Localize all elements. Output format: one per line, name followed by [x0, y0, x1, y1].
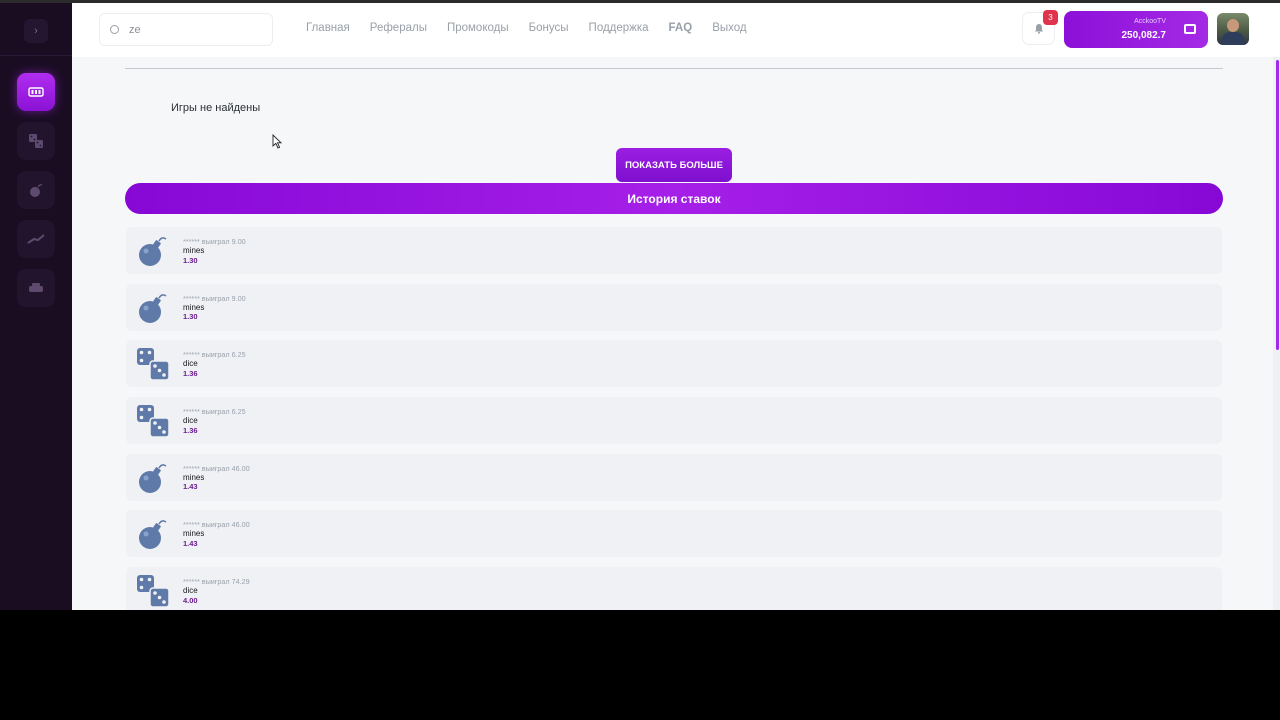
bet-multiplier: 1.43: [183, 538, 198, 548]
bomb-icon: [139, 463, 167, 493]
sidebar: ›: [0, 3, 72, 610]
sidebar-divider: [0, 55, 72, 56]
nav-link-bonuses[interactable]: Бонусы: [529, 22, 569, 34]
notification-count-badge: 3: [1043, 10, 1058, 25]
bet-multiplier: 4.00: [183, 595, 198, 605]
bet-winner: ****** выиграл 46.00: [183, 520, 250, 530]
slots-icon: [28, 87, 44, 97]
bet-game: dice: [183, 586, 198, 596]
avatar-face: [1227, 19, 1239, 32]
bet-multiplier: 1.30: [183, 255, 198, 265]
sidebar-toggle-button[interactable]: ›: [24, 19, 48, 43]
nav-link-promocodes[interactable]: Промокоды: [447, 22, 509, 34]
section-divider: [125, 68, 1223, 69]
bet-multiplier: 1.43: [183, 482, 198, 492]
bet-history-row: ****** выиграл 6.25 dice 1.36: [126, 397, 1222, 445]
bet-winner: ****** выиграл 9.00: [183, 237, 246, 246]
bet-winner: ****** выиграл 9.00: [183, 293, 246, 303]
bet-multiplier: 1.36: [183, 425, 198, 435]
dice-icon: [137, 575, 170, 608]
bet-winner: ****** выиграл 6.25: [183, 407, 246, 417]
bomb-icon: [139, 520, 167, 550]
wallet-icon: [1184, 24, 1196, 34]
dice-icon: [137, 348, 170, 382]
bet-winner: ****** выиграл 6.25: [183, 350, 246, 360]
sidebar-item-mines[interactable]: [17, 171, 55, 209]
bet-game: mines: [183, 302, 205, 312]
bet-history-row: ****** выиграл 9.00 mines 1.30: [126, 283, 1222, 331]
bet-history-row: ****** выиграл 6.25 dice 1.36: [126, 340, 1222, 388]
bet-game: mines: [183, 246, 205, 255]
bet-history-list: ****** выиграл 9.00 mines 1.30 ****** вы…: [126, 227, 1222, 610]
crash-icon: [27, 234, 45, 244]
bet-history-row: ****** выиграл 46.00 mines 1.43: [126, 453, 1222, 501]
bomb-icon: [139, 237, 167, 266]
bet-multiplier: 1.36: [183, 368, 198, 378]
top-header: Главная Рефералы Промокоды Бонусы Поддер…: [72, 3, 1280, 57]
bet-winner: ****** выиграл 46.00: [183, 463, 250, 473]
page-scrollbar-thumb[interactable]: [1276, 60, 1279, 350]
bet-game: dice: [183, 416, 198, 426]
nav-link-referrals[interactable]: Рефералы: [370, 22, 427, 34]
sidebar-item-crash[interactable]: [17, 220, 55, 258]
avatar-body: [1222, 32, 1244, 45]
bet-history-row: ****** выиграл 46.00 mines 1.43: [126, 510, 1222, 558]
dice-icon: [137, 405, 170, 438]
search-input[interactable]: [129, 23, 259, 36]
bet-history-row: ****** выиграл 9.00 mines 1.30: [126, 227, 1222, 274]
bet-multiplier: 1.30: [183, 312, 198, 322]
nav-link-logout[interactable]: Выход: [712, 22, 746, 34]
bell-icon: [1034, 24, 1043, 34]
hilo-icon: [29, 283, 43, 292]
search-box[interactable]: [99, 13, 273, 46]
sidebar-item-slots[interactable]: [17, 73, 55, 111]
dice-icon: [29, 134, 43, 148]
wallet-balance: 250,082.7: [1121, 30, 1167, 41]
nav-link-home[interactable]: Главная: [306, 22, 350, 34]
wallet-button[interactable]: AcckooTV 250,082.7: [1064, 11, 1208, 48]
show-more-button[interactable]: ПОКАЗАТЬ БОЛЬШЕ: [616, 148, 732, 182]
bet-history-row: ****** выиграл 74.29 dice 4.00: [126, 567, 1222, 610]
sidebar-item-hilo[interactable]: [17, 269, 55, 307]
search-icon: [110, 25, 119, 34]
user-avatar[interactable]: [1217, 13, 1249, 45]
mines-icon: [30, 184, 43, 197]
bet-history-header: История ставок: [125, 183, 1223, 214]
bomb-icon: [139, 293, 167, 323]
bet-game: dice: [183, 359, 198, 369]
nav-link-faq[interactable]: FAQ: [669, 22, 693, 34]
bet-winner: ****** выиграл 74.29: [183, 577, 250, 587]
app-screen: › ze Главная Рефералы Промокоды Бонусы П…: [0, 0, 1280, 610]
sidebar-item-dice[interactable]: [17, 122, 55, 160]
main-nav: Главная Рефералы Промокоды Бонусы Поддер…: [306, 22, 747, 34]
no-games-message: Игры не найдены: [171, 102, 261, 114]
nav-link-support[interactable]: Поддержка: [589, 22, 649, 34]
bet-game: mines: [183, 472, 205, 482]
mouse-cursor-icon: [272, 134, 282, 149]
wallet-username: AcckooTV: [1134, 18, 1166, 25]
bet-game: mines: [183, 529, 205, 539]
